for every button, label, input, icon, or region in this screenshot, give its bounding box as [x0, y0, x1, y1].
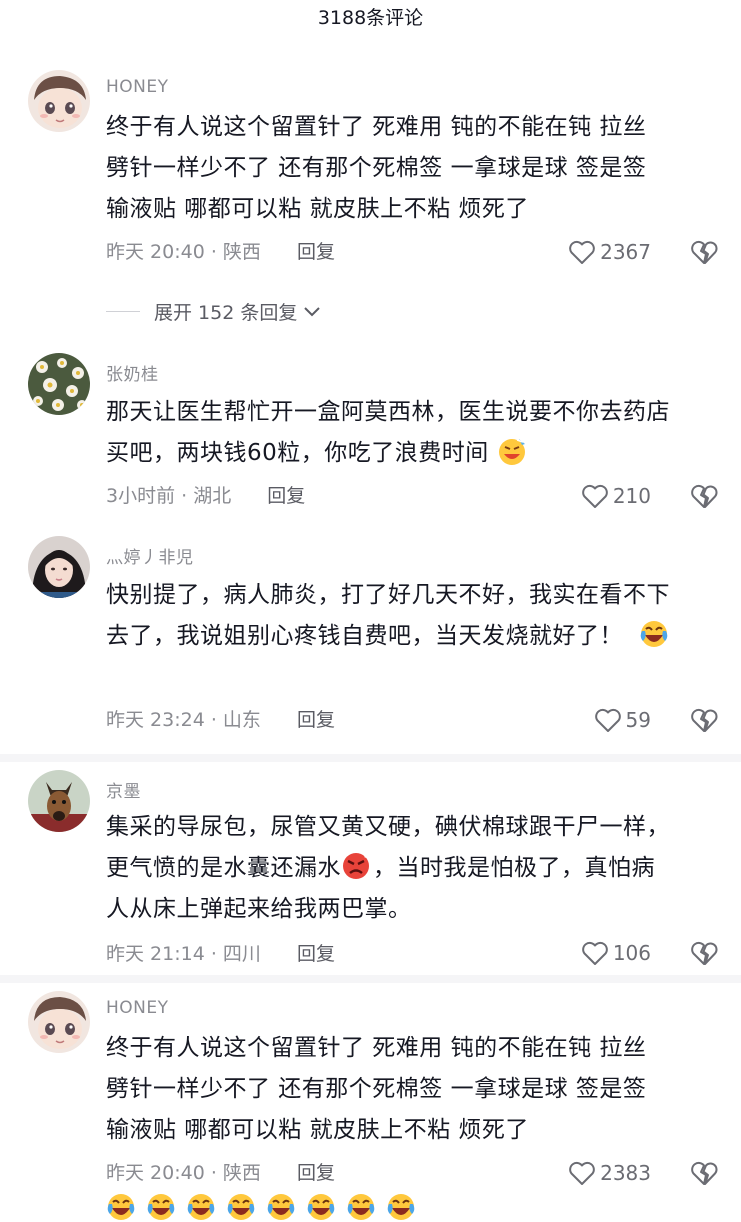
username[interactable]: HONEY — [106, 998, 169, 1018]
broken-heart-icon[interactable] — [689, 1158, 719, 1188]
comment-item: 京墨 集采的导尿包，尿管又黄又硬，碘伏棉球跟干尸一样， 更气愤的是水囊还漏水 ，当… — [0, 762, 741, 972]
reply-button[interactable]: 回复 — [267, 484, 305, 508]
like-button[interactable]: 59 — [594, 705, 651, 735]
comment-count-header: 3188条评论 — [317, 7, 424, 29]
comment-text: 终于有人说这个留置针了 死难用 钝的不能在钝 拉丝 劈针一样少不了 还有那个死棉… — [106, 1028, 726, 1151]
comment-line-text: 去了，我说姐别心疼钱自费吧，当天发烧就好了！ — [106, 623, 623, 649]
avatar[interactable] — [28, 70, 90, 132]
comment-meta: 3小时前 · 湖北 回复 — [106, 484, 305, 508]
heart-outline-icon — [581, 484, 608, 508]
comment-item: 张奶桂 那天让医生帮忙开一盒阿莫西林，医生说要不你去药店 买吧，两块钱60粒，你… — [0, 345, 741, 525]
reply-button[interactable]: 回复 — [297, 708, 335, 732]
heart-outline-icon — [569, 240, 595, 264]
broken-heart-icon[interactable] — [689, 938, 719, 968]
time-location: 昨天 20:40 · 陕西 — [106, 241, 261, 263]
expand-replies-label: 展开 152 条回复 — [154, 302, 298, 324]
section-divider — [0, 754, 741, 762]
comment-line: 终于有人说这个留置针了 死难用 钝的不能在钝 拉丝 — [106, 114, 647, 140]
comment-line: 那天让医生帮忙开一盒阿莫西林，医生说要不你去药店 — [106, 399, 670, 425]
comment-line: 去了，我说姐别心疼钱自费吧，当天发烧就好了！ — [106, 616, 726, 657]
like-count: 2367 — [600, 240, 651, 264]
laugh-cry-emoji-icon — [640, 621, 668, 647]
comment-item: 灬婷丿非児 快别提了，病人肺炎，打了好几天不好，我实在看不下 去了，我说姐别心疼… — [0, 528, 741, 1220]
avatar-cartoon-face — [28, 70, 90, 132]
like-count: 2383 — [600, 1161, 651, 1185]
comment-line: 快别提了，病人肺炎，打了好几天不好，我实在看不下 — [106, 582, 670, 608]
username[interactable]: 灬婷丿非児 — [106, 543, 194, 568]
comment-meta: 昨天 23:24 · 山东 回复 — [106, 708, 335, 732]
comment-line: 输液贴 哪都可以粘 就皮肤上不粘 烦死了 — [106, 1117, 529, 1143]
comment-line: 买吧，两块钱60粒，你吃了浪费时间 — [106, 433, 726, 474]
time-location: 昨天 20:40 · 陕西 — [106, 1162, 261, 1184]
heart-outline-icon — [594, 708, 621, 732]
comment-text: 终于有人说这个留置针了 死难用 钝的不能在钝 拉丝 劈针一样少不了 还有那个死棉… — [106, 107, 726, 230]
avatar-flowers-photo — [28, 353, 90, 415]
like-count: 106 — [612, 941, 651, 965]
comment-line: 人从床上弹起来给我两巴掌。 — [106, 896, 412, 922]
avatar[interactable] — [28, 770, 90, 832]
expand-replies-button[interactable]: 展开 152 条回复 — [106, 298, 321, 325]
heart-outline-icon — [581, 941, 608, 965]
comment-meta: 昨天 20:40 · 陕西 回复 — [106, 240, 335, 264]
broken-heart-icon[interactable] — [689, 481, 719, 511]
heart-outline-icon — [569, 1161, 595, 1185]
comment-line-text: 更气愤的是水囊还漏水 — [106, 855, 341, 881]
angry-face-emoji-icon — [343, 853, 369, 879]
comment-text: 那天让医生帮忙开一盒阿莫西林，医生说要不你去药店 买吧，两块钱60粒，你吃了浪费… — [106, 392, 726, 474]
comment-line-text: 买吧，两块钱60粒，你吃了浪费时间 — [106, 440, 489, 466]
reply-button[interactable]: 回复 — [297, 1161, 335, 1185]
comment-line: 劈针一样少不了 还有那个死棉签 一拿球是球 签是签 — [106, 155, 647, 181]
like-count: 210 — [612, 484, 651, 508]
time-location: 昨天 23:24 · 山东 — [106, 709, 261, 731]
chevron-down-icon — [304, 306, 321, 316]
divider-line — [106, 311, 140, 312]
comment-text: 快别提了，病人肺炎，打了好几天不好，我实在看不下 去了，我说姐别心疼钱自费吧，当… — [106, 575, 726, 657]
avatar-portrait-photo — [28, 536, 90, 598]
like-button[interactable]: 210 — [581, 481, 651, 511]
comment-meta: 昨天 20:40 · 陕西 回复 — [106, 1161, 335, 1185]
like-button[interactable]: 2367 — [568, 237, 651, 267]
username[interactable]: 张奶桂 — [106, 360, 159, 385]
like-count: 59 — [625, 708, 651, 732]
comment-line: 劈针一样少不了 还有那个死棉签 一拿球是球 签是签 — [106, 1076, 647, 1102]
comment-line: 更气愤的是水囊还漏水 ，当时我是怕极了，真怕病 — [106, 848, 726, 889]
comment-text: 集采的导尿包，尿管又黄又硬，碘伏棉球跟干尸一样， 更气愤的是水囊还漏水 ，当时我是… — [106, 807, 726, 930]
comment-line: 集采的导尿包，尿管又黄又硬，碘伏棉球跟干尸一样， — [106, 814, 670, 840]
sweat-smile-emoji-icon — [498, 439, 525, 465]
reply-button[interactable]: 回复 — [297, 942, 335, 966]
time-location: 昨天 21:14 · 四川 — [106, 943, 261, 965]
avatar-dog-photo — [28, 770, 90, 832]
comment-line-text: ，当时我是怕极了，真怕病 — [373, 855, 655, 881]
comment-item: HONEY 终于有人说这个留置针了 死难用 钝的不能在钝 拉丝 劈针一样少不了 … — [0, 983, 741, 1200]
comment-line: 输液贴 哪都可以粘 就皮肤上不粘 烦死了 — [106, 196, 529, 222]
username[interactable]: HONEY — [106, 77, 169, 97]
avatar-cartoon-face — [28, 991, 90, 1053]
username[interactable]: 京墨 — [106, 777, 141, 802]
like-button[interactable]: 106 — [581, 938, 651, 968]
section-divider — [0, 975, 741, 983]
time-location: 3小时前 · 湖北 — [106, 485, 232, 507]
comment-item: HONEY 终于有人说这个留置针了 死难用 钝的不能在钝 拉丝 劈针一样少不了 … — [0, 62, 741, 287]
broken-heart-icon[interactable] — [689, 705, 719, 735]
avatar[interactable] — [28, 536, 90, 598]
broken-heart-icon[interactable] — [689, 237, 719, 267]
comment-line: 终于有人说这个留置针了 死难用 钝的不能在钝 拉丝 — [106, 1035, 647, 1061]
avatar[interactable] — [28, 353, 90, 415]
reply-button[interactable]: 回复 — [297, 240, 335, 264]
avatar[interactable] — [28, 991, 90, 1053]
like-button[interactable]: 2383 — [568, 1158, 651, 1188]
comment-meta: 昨天 21:14 · 四川 回复 — [106, 942, 335, 966]
